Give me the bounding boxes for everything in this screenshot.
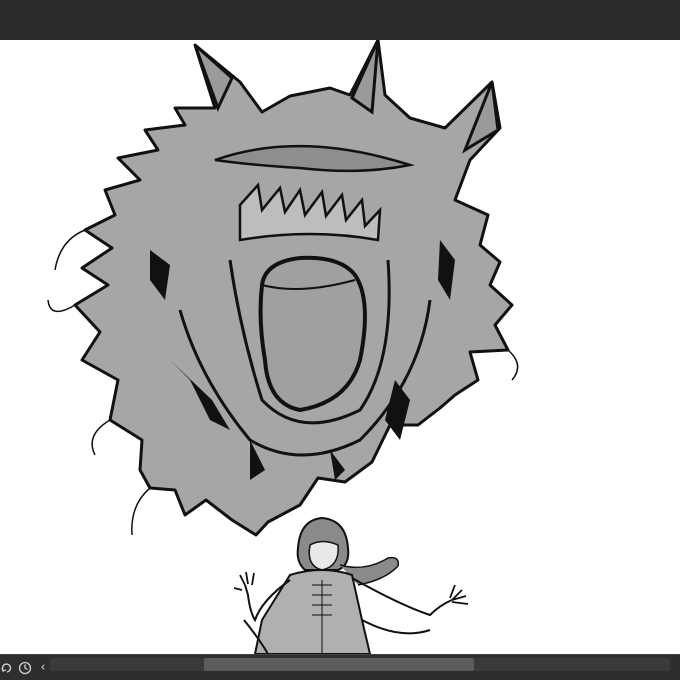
drawing-canvas[interactable] bbox=[0, 40, 680, 654]
top-toolbar bbox=[0, 0, 680, 40]
scroll-left-glyph: ‹ bbox=[40, 660, 46, 675]
girl-figure-illustration bbox=[233, 516, 469, 654]
scrollbar-thumb[interactable] bbox=[204, 658, 474, 671]
chevron-left-icon[interactable]: ‹ bbox=[36, 655, 50, 680]
bottom-status-bar: ‹ bbox=[0, 654, 680, 680]
monster-illustration bbox=[47, 40, 519, 537]
rotate-icon[interactable] bbox=[0, 655, 14, 680]
clock-history-icon[interactable] bbox=[16, 655, 34, 680]
horizontal-scrollbar[interactable] bbox=[50, 658, 670, 671]
artwork bbox=[47, 40, 519, 654]
